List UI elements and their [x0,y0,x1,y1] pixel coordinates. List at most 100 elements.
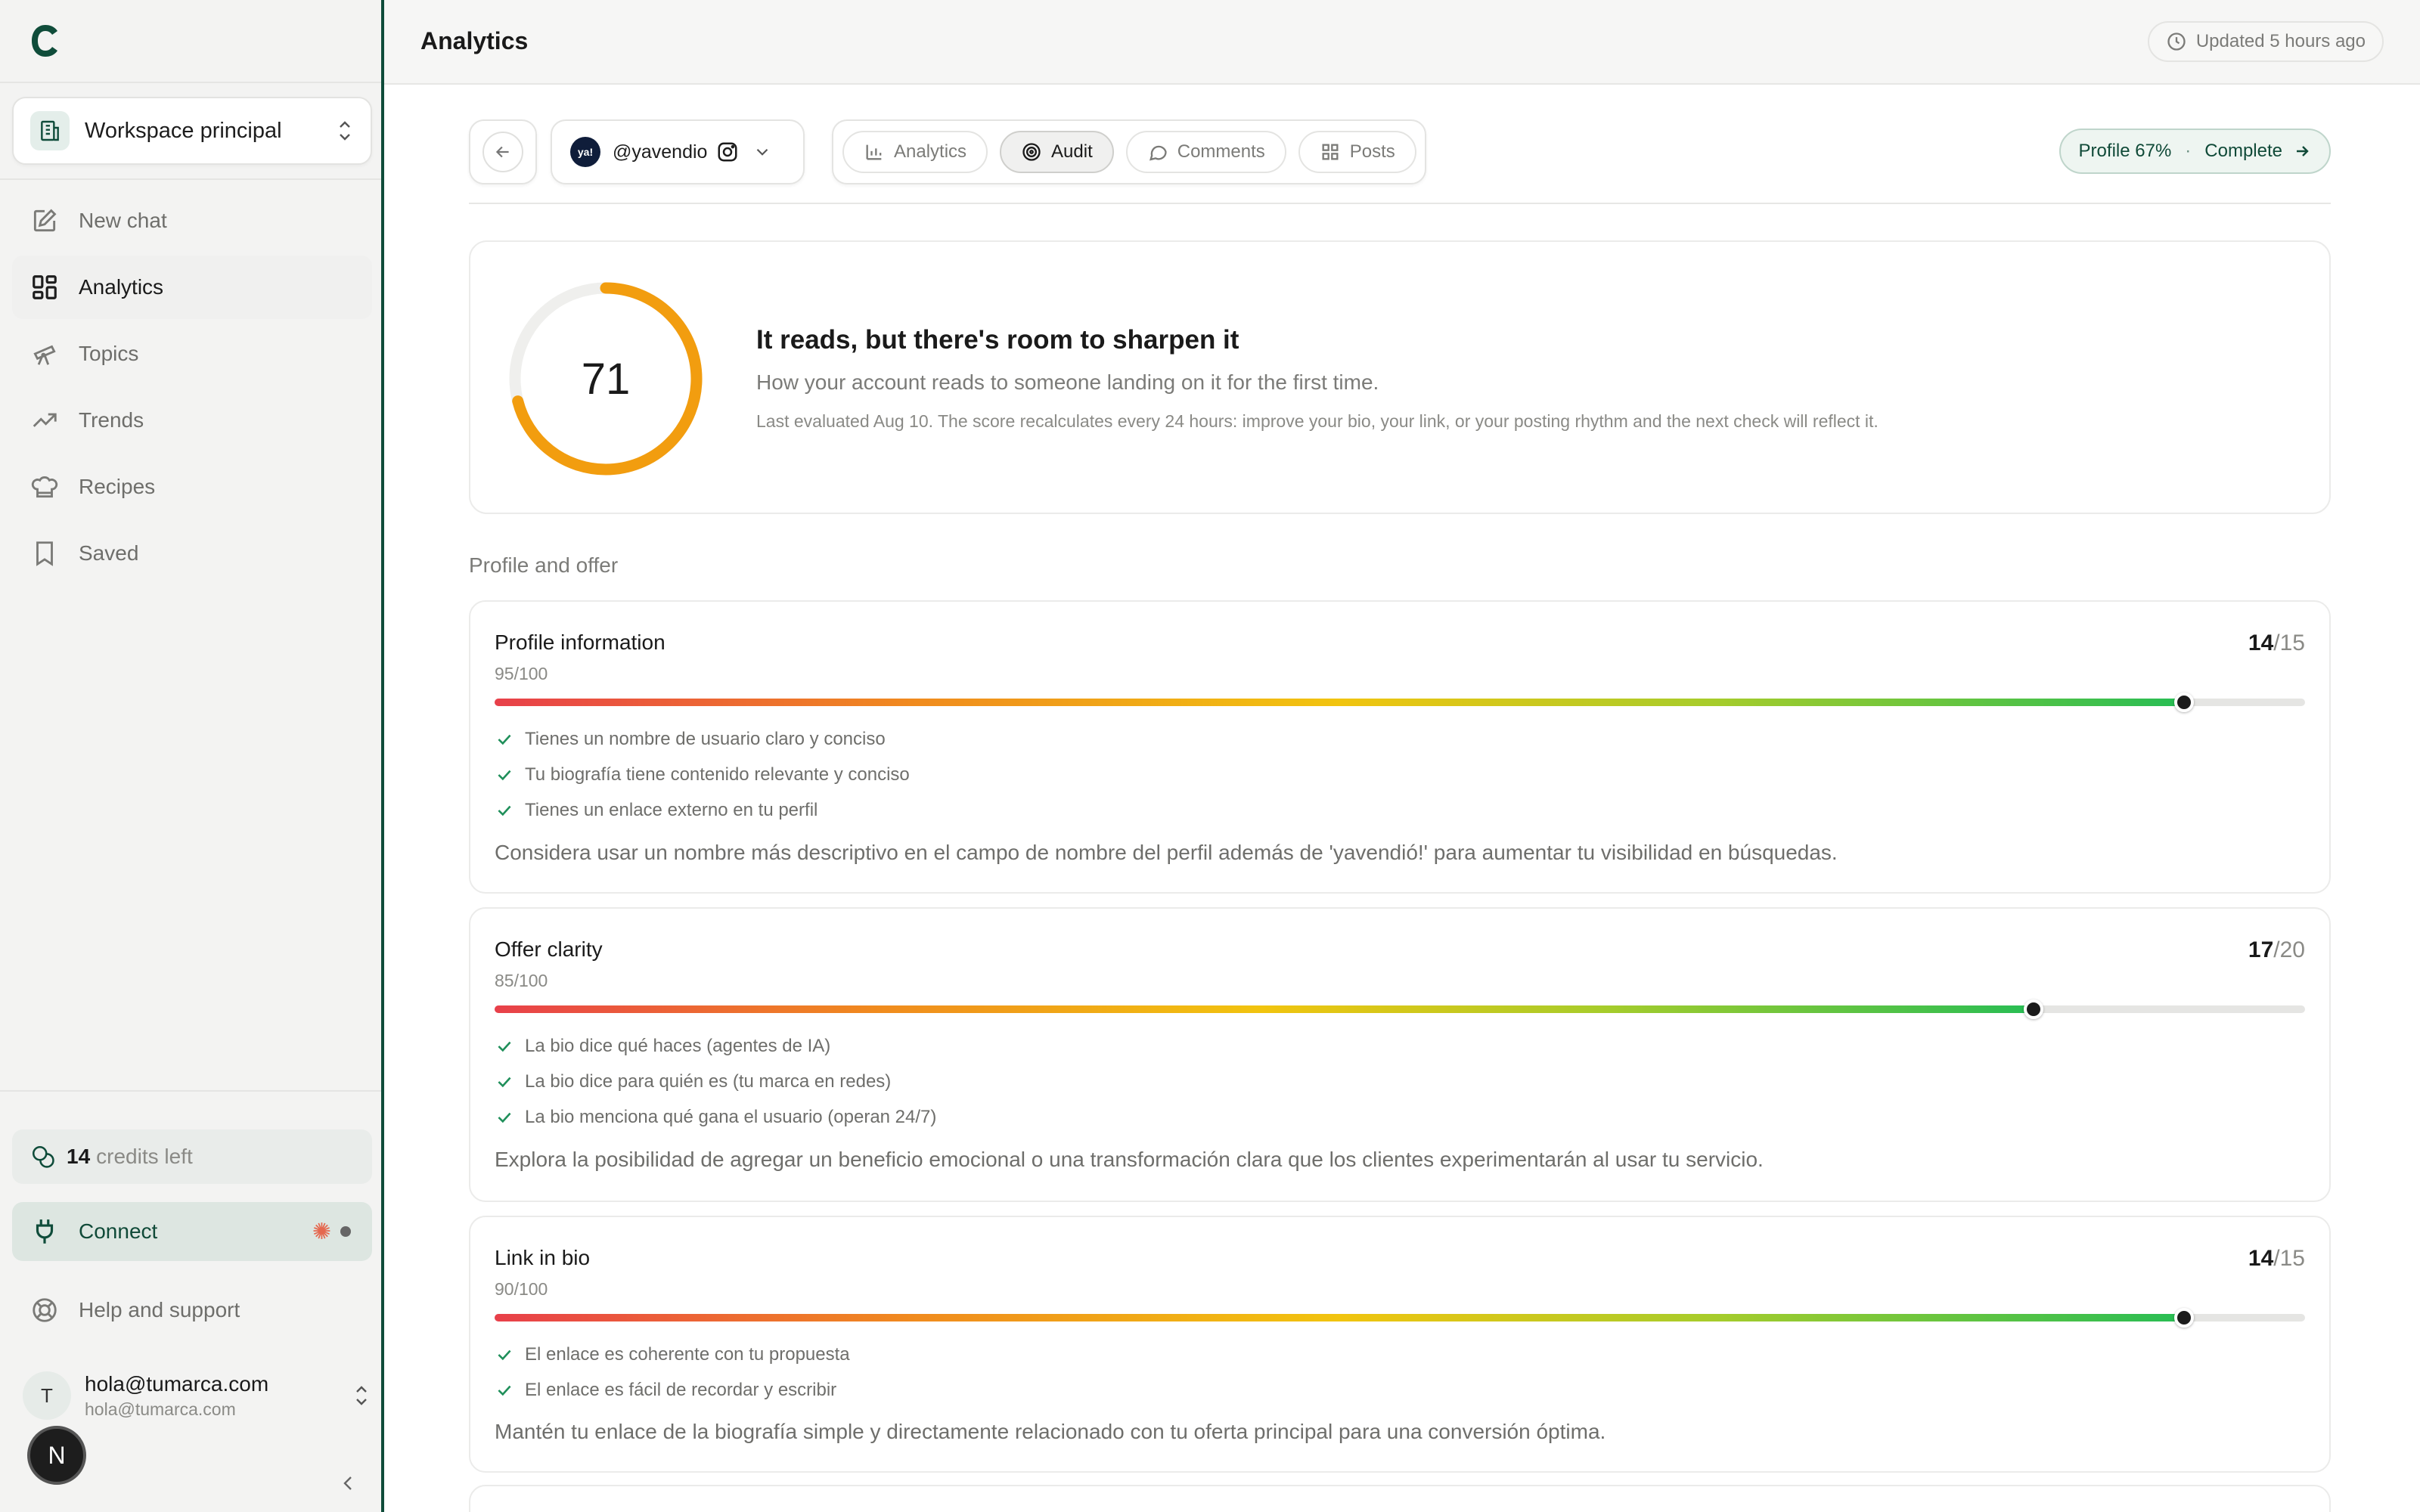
workspace-switcher[interactable]: Workspace principal [12,97,372,165]
score-bar-fill [495,699,2184,706]
sidebar: Workspace principal New chat Analytics T… [0,0,384,1512]
account-handle: @yavendio [613,141,708,163]
check-text: La bio dice para quién es (tu marca en r… [525,1070,892,1092]
nav-item-topics[interactable]: Topics [12,322,372,386]
check-item: El enlace es coherente con tu propuesta [495,1337,850,1372]
brand-logo-icon[interactable] [29,22,62,60]
updated-badge: Updated 5 hours ago [2147,21,2384,62]
points-got: 14 [2248,1246,2274,1271]
nav-label: New chat [79,209,167,232]
connect-label: Connect [79,1219,158,1243]
check-text: Tienes un enlace externo en tu perfil [525,799,818,820]
view-tabs: Analytics Audit Comments Posts [832,119,1426,184]
divider [0,178,381,180]
check-list: La bio dice qué haces (agentes de IA) La… [495,1028,936,1135]
tab-label: Audit [1051,141,1093,162]
lifebuoy-icon [33,1298,57,1322]
criterion-title: Link in bio [495,1246,591,1269]
credits-indicator[interactable]: 14 credits left [12,1129,372,1184]
instagram-icon [718,142,737,162]
check-text: La bio menciona qué gana el usuario (ope… [525,1106,937,1127]
score-bar-knob [2173,1308,2194,1328]
user-menu[interactable]: T hola@tumarca.com hola@tumarca.com [23,1367,371,1424]
criterion-points: 14/15 [2248,1246,2305,1271]
credits-label: credits left [96,1145,193,1168]
chevron-up-down-icon [340,121,350,141]
score-bar-fill [495,1005,2034,1013]
account-avatar: ya! [570,137,600,167]
credits-count: 14 [67,1145,91,1168]
collapse-sidebar-icon[interactable] [337,1470,358,1497]
arrow-left-icon [495,146,509,158]
profile-complete-button[interactable]: Profile 67% · Complete [2059,129,2331,174]
score-title: It reads, but there's room to sharpen it [756,325,1239,355]
back-button[interactable] [469,119,537,184]
nav-label: Topics [79,342,139,365]
target-icon [1022,143,1041,161]
check-icon [498,1112,511,1123]
updated-label: Updated 5 hours ago [2195,31,2366,51]
criterion-points: 17/20 [2248,937,2305,962]
check-text: Tienes un nombre de usuario claro y conc… [525,728,886,749]
score-subtitle: How your account reads to someone landin… [756,370,1379,394]
audit-toolbar: ya! @yavendio Analytics Audit Comments P… [469,119,2331,204]
building-icon [30,111,70,150]
check-icon [498,1077,511,1087]
score-card: 71 It reads, but there's room to sharpen… [469,240,2331,514]
points-got: 14 [2248,631,2274,655]
check-item: La bio menciona qué gana el usuario (ope… [495,1099,936,1135]
nav-item-recipes[interactable]: Recipes [12,455,372,519]
check-text: El enlace es fácil de recordar y escribi… [525,1379,837,1400]
score-value: 71 [581,354,631,404]
nav-label: Analytics [79,275,164,299]
nav-item-analytics[interactable]: Analytics [12,256,372,319]
tab-posts[interactable]: Posts [1298,131,1416,173]
n-badge-icon[interactable]: N [27,1426,86,1485]
check-item: Tu biografía tiene contenido relevante y… [495,757,910,792]
check-icon [498,770,511,780]
score-bar [495,1308,2305,1328]
nav-label: Saved [79,541,139,565]
tab-analytics[interactable]: Analytics [842,131,988,173]
check-text: El enlace es coherente con tu propuesta [525,1343,850,1365]
score-bar-fill [495,1314,2184,1321]
edit-icon [33,209,57,232]
score-bar-knob [2173,692,2194,712]
criterion-subscore: 95/100 [495,664,548,683]
status-dot-icon [340,1226,351,1237]
connect-button[interactable]: Connect ✺ [12,1202,372,1261]
points-got: 17 [2248,937,2274,962]
top-bar: Analytics Updated 5 hours ago [384,0,2420,85]
tab-comments[interactable]: Comments [1125,131,1286,173]
criterion-card: Profile information 95/100 14/15 Tienes … [469,600,2331,894]
check-icon [498,1385,511,1396]
chevron-down-icon [757,148,768,156]
profile-action: Complete [2204,141,2282,161]
check-icon [498,734,511,745]
chef-hat-icon [31,476,58,498]
message-circle-icon [1149,145,1167,161]
help-label: Help and support [79,1298,240,1321]
grid-icon [1322,144,1339,160]
page-title: Analytics [420,27,529,54]
criterion-card: Offer clarity 85/100 17/20 La bio dice q… [469,907,2331,1202]
help-support-link[interactable]: Help and support [12,1281,372,1340]
criterion-card: Link in bio 90/100 14/15 El enlace es co… [469,1216,2331,1473]
nav-label: Trends [79,408,144,432]
nav-item-saved[interactable]: Saved [12,522,372,585]
tab-audit[interactable]: Audit [1000,131,1114,173]
check-icon [498,1349,511,1360]
criterion-subscore: 90/100 [495,1279,548,1299]
criterion-card-partial [469,1485,2331,1512]
score-bar-knob [2023,999,2043,1019]
bar-chart-icon [866,144,882,160]
nav-item-trends[interactable]: Trends [12,389,372,452]
bookmark-icon [36,541,53,566]
tab-label: Posts [1349,141,1395,162]
avatar: T [23,1371,71,1420]
nav-item-new-chat[interactable]: New chat [12,189,372,253]
account-selector[interactable]: ya! @yavendio [551,119,805,184]
user-info: hola@tumarca.com hola@tumarca.com [85,1372,352,1420]
logo-row [0,0,381,83]
score-bar [495,692,2305,712]
